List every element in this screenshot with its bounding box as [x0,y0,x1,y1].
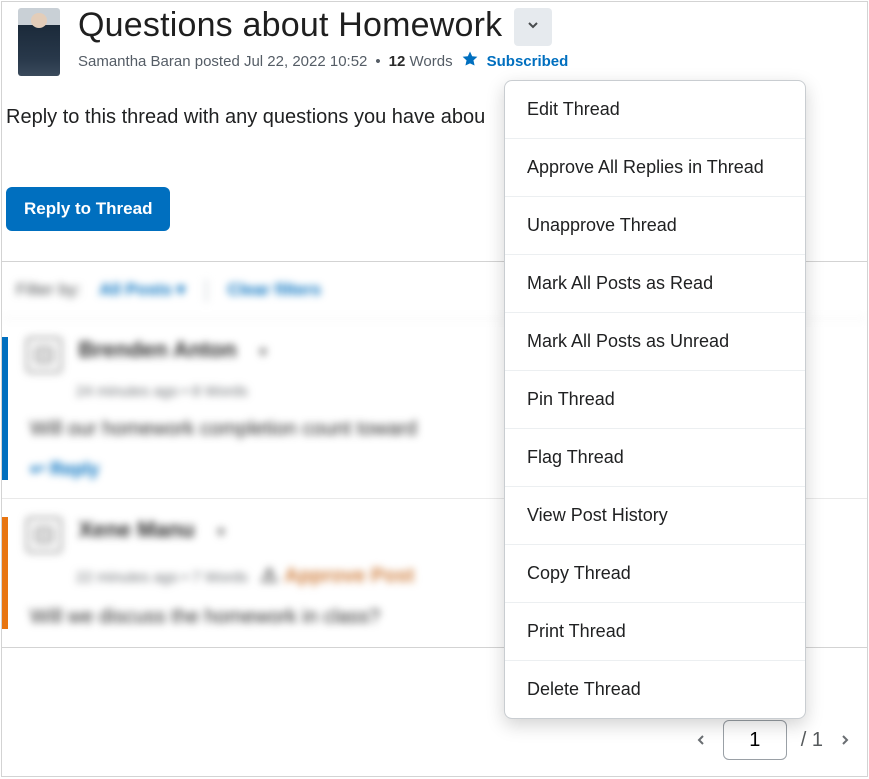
thread-byline: Samantha Baran posted Jul 22, 2022 10:52 [78,53,367,70]
thread-title: Questions about Homework [78,6,502,45]
page-total: / 1 [801,729,823,752]
menu-mark-all-read[interactable]: Mark All Posts as Read [505,254,805,312]
chevron-right-icon [837,732,853,748]
reply-to-thread-button[interactable]: Reply to Thread [6,187,170,231]
page-next-button[interactable] [837,732,853,748]
thread-actions-menu: Edit Thread Approve All Replies in Threa… [504,80,806,719]
author-avatar [18,8,60,76]
page-number-input[interactable] [723,720,787,760]
chevron-down-icon [525,17,541,38]
menu-print-thread[interactable]: Print Thread [505,602,805,660]
word-count: 12 Words [389,53,453,70]
menu-delete-thread[interactable]: Delete Thread [505,660,805,718]
reply-actions-toggle[interactable]: ▾ [217,524,225,541]
menu-unapprove-thread[interactable]: Unapprove Thread [505,196,805,254]
menu-edit-thread[interactable]: Edit Thread [505,81,805,138]
reply-author: Brenden Anton [78,337,236,362]
menu-approve-all[interactable]: Approve All Replies in Thread [505,138,805,196]
reply-actions-toggle[interactable]: ▾ [259,344,267,361]
byline-separator: • [375,53,380,70]
reply-author: Xene Manu [78,517,194,542]
menu-copy-thread[interactable]: Copy Thread [505,544,805,602]
pagination: / 1 [693,720,853,760]
thread-actions-toggle[interactable] [514,8,552,46]
star-icon[interactable] [461,50,479,72]
reply-avatar-icon [26,517,62,553]
subscribed-label[interactable]: Subscribed [487,53,569,70]
reply-avatar-icon [26,337,62,373]
chevron-left-icon [693,732,709,748]
filter-label: Filter by: [16,280,81,300]
page-prev-button[interactable] [693,732,709,748]
menu-mark-all-unread[interactable]: Mark All Posts as Unread [505,312,805,370]
menu-view-history[interactable]: View Post History [505,486,805,544]
filter-all-posts[interactable]: All Posts ▾ [99,280,185,300]
menu-pin-thread[interactable]: Pin Thread [505,370,805,428]
menu-flag-thread[interactable]: Flag Thread [505,428,805,486]
filter-clear[interactable]: Clear filters [227,280,321,300]
approve-post-link[interactable]: ⚠Approve Post [260,565,414,587]
